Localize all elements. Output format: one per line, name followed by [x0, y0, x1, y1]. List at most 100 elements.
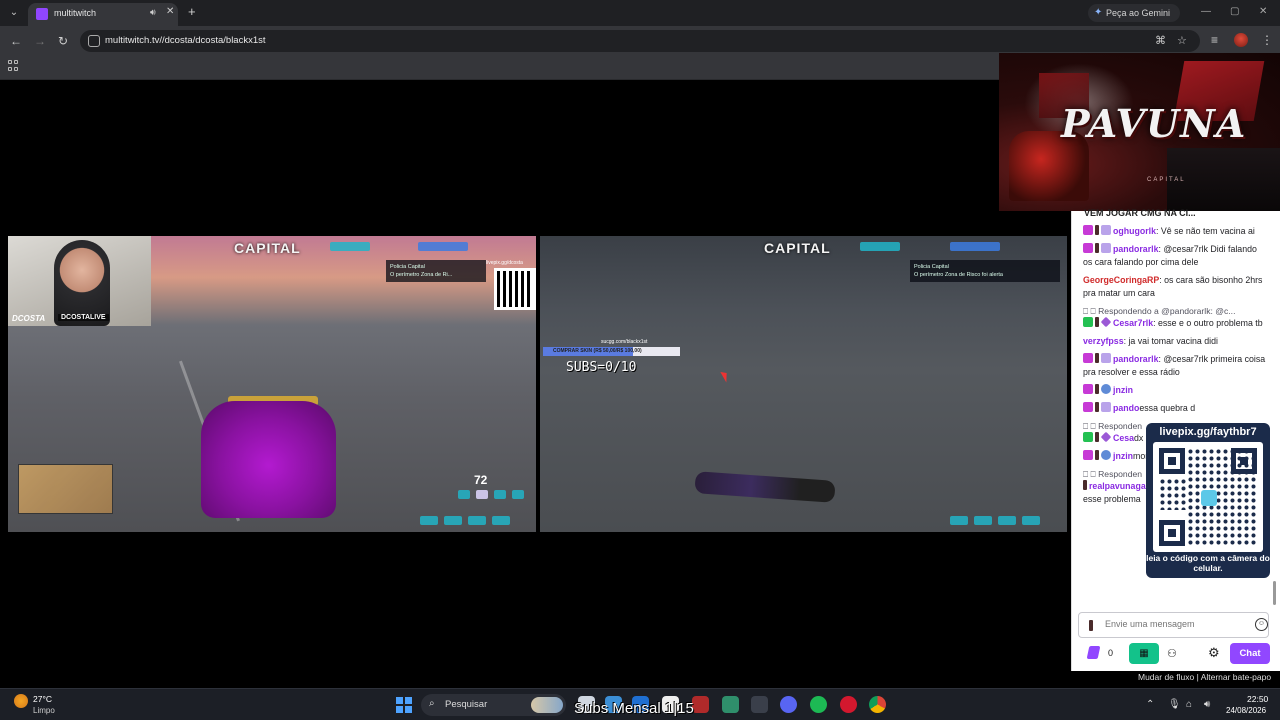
terminal-icon[interactable]	[722, 696, 739, 713]
reply-context[interactable]: ⎕ ⎕ Respondendo a @pandorarlk: @c...	[1083, 305, 1266, 317]
chat-username[interactable]: pando	[1113, 403, 1139, 413]
profile-avatar[interactable]	[1234, 33, 1248, 47]
stream-player-dcosta[interactable]: DCOSTA DCOSTALIVE CAPITAL Policia Capita…	[8, 236, 536, 532]
gemini-label: Peça ao Gemini	[1106, 8, 1171, 18]
scroll-thumb[interactable]	[1273, 581, 1276, 605]
back-arrow-icon[interactable]: ←	[10, 34, 22, 48]
chat-badge-icon[interactable]	[1095, 432, 1099, 442]
hud-chip	[330, 242, 370, 251]
chat-username[interactable]: pandorarlk	[1113, 244, 1158, 254]
browser-tab[interactable]: multitwitch 🔊︎ ✕	[28, 3, 178, 26]
new-tab-icon[interactable]: +	[188, 4, 196, 19]
chat-badge-icon[interactable]	[1083, 243, 1093, 253]
chat-badge-icon[interactable]	[1101, 225, 1111, 235]
chat-badge-icon[interactable]	[1083, 480, 1087, 490]
spotify-icon[interactable]	[810, 696, 827, 713]
webcam-overlay: DCOSTA DCOSTALIVE	[8, 236, 151, 326]
chat-message[interactable]: pandorarlk: @cesar7rlk Didi falando os c…	[1083, 243, 1266, 269]
chat-badge-icon[interactable]	[1095, 225, 1099, 235]
chat-send-button[interactable]: Chat	[1230, 643, 1270, 664]
reload-icon[interactable]: ↻	[58, 34, 68, 48]
discord-icon[interactable]	[780, 696, 797, 713]
menu-kebab-icon[interactable]: ⋮	[1261, 33, 1273, 47]
chat-badge-icon[interactable]	[1101, 353, 1111, 363]
chat-badge-icon[interactable]	[1095, 353, 1099, 363]
chat-scrollbar[interactable]	[1272, 221, 1277, 615]
clock-time[interactable]: 22:50	[1247, 694, 1268, 704]
hud-chip	[1022, 516, 1040, 525]
microphone-icon[interactable]: 🎙︎	[1168, 699, 1181, 710]
chat-message[interactable]: pandorarlk: @cesar7rlk primeira coisa pr…	[1083, 353, 1266, 379]
bookmark-star-icon[interactable]: ☆	[1177, 34, 1187, 47]
chat-input-field[interactable]: ☺	[1078, 612, 1269, 638]
chat-badge-icon[interactable]	[1095, 384, 1099, 394]
chat-username[interactable]: verzyfpss	[1083, 336, 1124, 346]
tray-chevron-icon[interactable]: ⌃	[1146, 699, 1154, 710]
chat-badge-icon[interactable]	[1083, 225, 1093, 235]
taskbar-search[interactable]: ⌕ Pesquisar	[421, 694, 566, 716]
translate-icon[interactable]: ⌘	[1155, 34, 1166, 47]
stream-player-blackx1st[interactable]: CAPITAL Policia Capital O perímetro Zona…	[540, 236, 1067, 532]
apps-grid-icon[interactable]	[8, 60, 19, 71]
maximize-icon[interactable]: ▢	[1230, 6, 1239, 17]
opera-icon[interactable]	[840, 696, 857, 713]
chat-username[interactable]: oghugorlk	[1113, 226, 1156, 236]
chat-message-input[interactable]	[1105, 619, 1245, 629]
chat-badge-icon[interactable]	[1101, 402, 1111, 412]
chrome-icon[interactable]	[869, 696, 886, 713]
app-icon[interactable]	[751, 696, 768, 713]
chat-badge-icon[interactable]	[1083, 317, 1093, 327]
url-text[interactable]: multitwitch.tv//dcosta/dcosta/blackx1st	[105, 35, 266, 46]
chat-badge-icon[interactable]	[1083, 353, 1093, 363]
reading-list-icon[interactable]: ≡	[1211, 33, 1218, 47]
tab-search-icon[interactable]: ⌄	[6, 5, 22, 21]
hud-chip	[860, 242, 900, 251]
gear-icon[interactable]: ⚙	[1208, 645, 1220, 661]
qr-modules	[1187, 448, 1257, 546]
chat-username[interactable]: pandorarlk	[1113, 354, 1158, 364]
chat-badge-icon[interactable]	[1095, 402, 1099, 412]
chat-message[interactable]: ⎕ ⎕ Respondendo a @pandorarlk: @c... Cesa…	[1083, 305, 1266, 330]
chat-badge-icon[interactable]	[1101, 384, 1111, 394]
chat-badge-icon[interactable]	[1100, 316, 1112, 328]
calendar-icon[interactable]: ▦	[1129, 643, 1159, 664]
chat-username[interactable]: GeorgeCoringaRP	[1083, 275, 1159, 285]
chat-username[interactable]: Cesar7rlk	[1113, 318, 1153, 328]
forward-arrow-icon[interactable]: →	[34, 34, 46, 48]
chat-badge-icon[interactable]	[1095, 317, 1099, 327]
chat-badge-icon[interactable]	[1095, 243, 1099, 253]
speaker-icon[interactable]: 🔊︎	[150, 7, 156, 18]
windows-start-icon[interactable]	[396, 697, 412, 713]
address-bar[interactable]: multitwitch.tv//dcosta/dcosta/blackx1st …	[80, 30, 1200, 52]
chat-badge-icon[interactable]	[1083, 384, 1093, 394]
site-info-icon[interactable]	[88, 35, 100, 47]
chat-message[interactable]: jnzin	[1083, 384, 1266, 397]
chat-message[interactable]: oghugorlk: Vê se não tem vacina ai	[1083, 225, 1266, 238]
chat-message[interactable]: pandoessa quebra d	[1083, 402, 1266, 415]
window-close-icon[interactable]: ✕	[1259, 6, 1267, 17]
network-icon[interactable]: ⌂	[1186, 699, 1192, 710]
chat-username[interactable]: jnzin	[1113, 385, 1133, 395]
channel-points-icon[interactable]	[1086, 646, 1101, 659]
gemini-button[interactable]: ✦ Peça ao Gemini	[1088, 4, 1180, 22]
minimize-icon[interactable]: —	[1201, 6, 1211, 17]
chat-badge-icon[interactable]	[1101, 243, 1111, 253]
chat-badge-icon[interactable]	[1095, 450, 1099, 460]
chat-username[interactable]: Cesa	[1113, 433, 1134, 443]
volume-icon[interactable]: 🔊︎	[1204, 699, 1210, 710]
chat-message[interactable]: verzyfpss: ja vai tomar vacina didi	[1083, 335, 1266, 348]
bot-icon[interactable]: ⚇	[1167, 647, 1177, 660]
chat-badge-icon[interactable]	[1100, 431, 1112, 443]
chat-badge-icon[interactable]	[1083, 450, 1093, 460]
chat-badge-icon[interactable]	[1083, 432, 1093, 442]
weather-sun-icon[interactable]	[14, 694, 28, 708]
chat-badge-icon[interactable]	[1083, 402, 1093, 412]
chat-username[interactable]: jnzin	[1113, 451, 1133, 461]
chat-message[interactable]: GeorgeCoringaRP: os cara são bisonho 2hr…	[1083, 274, 1266, 300]
clock-date[interactable]: 24/08/2026	[1226, 706, 1266, 715]
chat-badge-icon[interactable]	[1101, 450, 1111, 460]
footer-links[interactable]: Mudar de fluxo | Alternar bate-papo	[1138, 672, 1271, 682]
emoji-icon[interactable]: ☺	[1255, 618, 1268, 631]
app-icon[interactable]	[692, 696, 709, 713]
close-tab-icon[interactable]: ✕	[166, 6, 174, 17]
